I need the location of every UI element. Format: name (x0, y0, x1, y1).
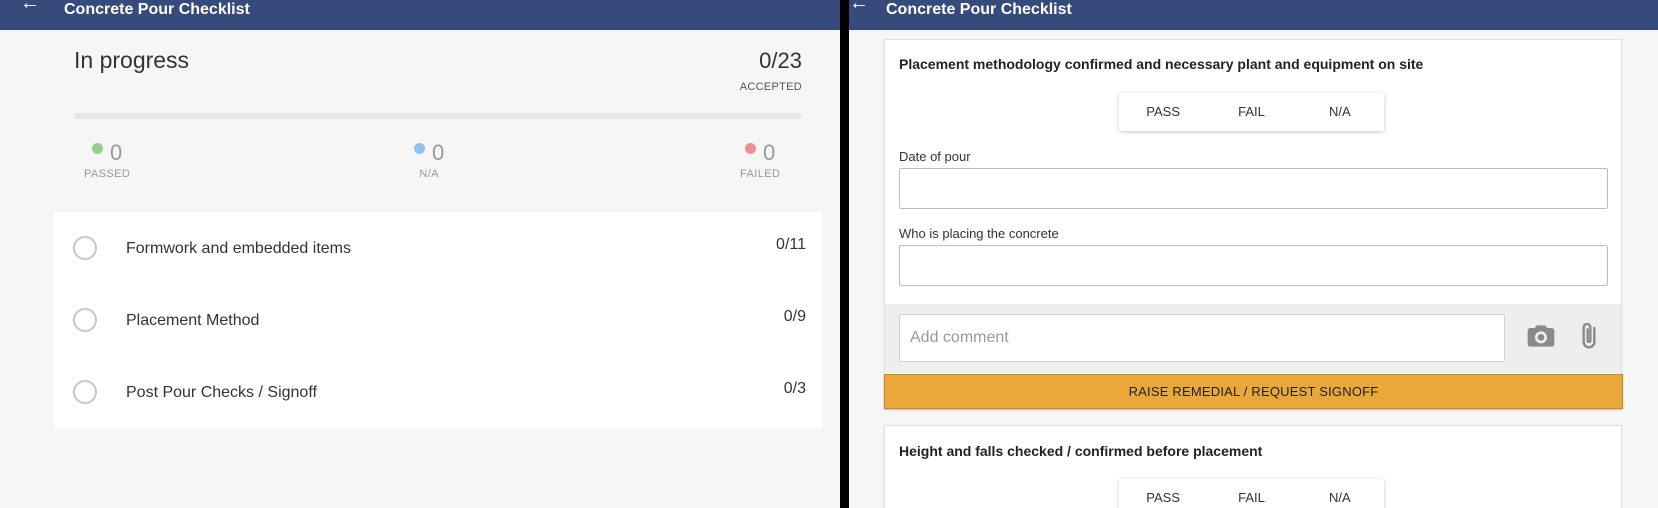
page-title: Concrete Pour Checklist (64, 1, 250, 18)
section-name: Post Pour Checks / Signoff (126, 384, 317, 401)
field-label-date-of-pour: Date of pour (899, 149, 971, 164)
arrow-left-icon[interactable]: ← (20, 0, 42, 13)
section-name: Placement Method (126, 312, 260, 329)
stat-label: N/A (419, 168, 439, 180)
section-name: Formwork and embedded items (126, 240, 351, 257)
date-of-pour-field[interactable] (899, 168, 1608, 209)
stat-label: FAILED (740, 168, 781, 180)
stat-value: 0 (109, 140, 123, 165)
accepted-count: 0/23 (759, 48, 802, 73)
section-status-radio[interactable] (73, 308, 97, 332)
section-row-post-pour[interactable]: Post Pour Checks / Signoff 0/3 (54, 356, 822, 428)
stat-failed: 0 FAILED (740, 140, 780, 180)
camera-icon[interactable] (1525, 320, 1557, 352)
arrow-left-icon[interactable]: ← (849, 0, 871, 13)
section-status-radio[interactable] (73, 380, 97, 404)
comment-bar: Add comment (885, 304, 1621, 373)
stat-value: 0 (763, 140, 776, 165)
app-header: ← Concrete Pour Checklist (849, 0, 1658, 30)
checklist-overview-screen: ← Concrete Pour Checklist In progress 0/… (0, 0, 840, 508)
who-is-placing-field[interactable] (899, 245, 1608, 286)
failed-dot (745, 143, 757, 154)
accepted-label: ACCEPTED (739, 81, 802, 93)
page-title: Concrete Pour Checklist (886, 1, 1072, 18)
checklist-detail-screen: ← Concrete Pour Checklist Placement meth… (849, 0, 1658, 508)
paperclip-icon[interactable] (1573, 320, 1605, 352)
raise-remedial-button[interactable]: RAISE REMEDIAL / REQUEST SIGNOFF (884, 374, 1623, 409)
status-label: In progress (74, 47, 190, 73)
section-list: Formwork and embedded items 0/11 Placeme… (54, 212, 822, 429)
checklist-item-card: Placement methodology confirmed and nece… (884, 39, 1623, 409)
stat-label: PASSED (84, 168, 131, 180)
passed-dot (91, 143, 103, 154)
stat-value: 0 (432, 140, 445, 165)
fail-option[interactable]: FAIL (1207, 93, 1295, 131)
section-row-formwork[interactable]: Formwork and embedded items 0/11 (54, 212, 822, 284)
pass-option[interactable]: PASS (1119, 93, 1207, 131)
progress-bar (74, 113, 802, 119)
na-dot (414, 143, 425, 154)
field-label-placer: Who is placing the concrete (899, 226, 1059, 241)
fail-option[interactable]: FAIL (1207, 479, 1295, 508)
pass-fail-na-toggle: PASS FAIL N/A (1119, 479, 1384, 508)
stat-passed: 0 PASSED (84, 140, 130, 180)
na-option[interactable]: N/A (1296, 93, 1384, 131)
na-option[interactable]: N/A (1296, 479, 1384, 508)
app-header: ← Concrete Pour Checklist (0, 0, 840, 30)
pass-option[interactable]: PASS (1119, 479, 1207, 508)
pass-fail-na-toggle: PASS FAIL N/A (1119, 93, 1384, 131)
stat-na: 0 N/A (414, 140, 444, 180)
section-count: 0/9 (783, 308, 806, 325)
item-question: Placement methodology confirmed and nece… (899, 56, 1424, 72)
section-count: 0/11 (776, 236, 806, 253)
comment-input[interactable]: Add comment (899, 314, 1505, 362)
item-question: Height and falls checked / confirmed bef… (899, 443, 1263, 459)
checklist-item-card: Height and falls checked / confirmed bef… (884, 425, 1622, 508)
section-count: 0/3 (783, 380, 806, 397)
section-status-radio[interactable] (73, 236, 97, 260)
section-row-placement-method[interactable]: Placement Method 0/9 (54, 284, 822, 356)
